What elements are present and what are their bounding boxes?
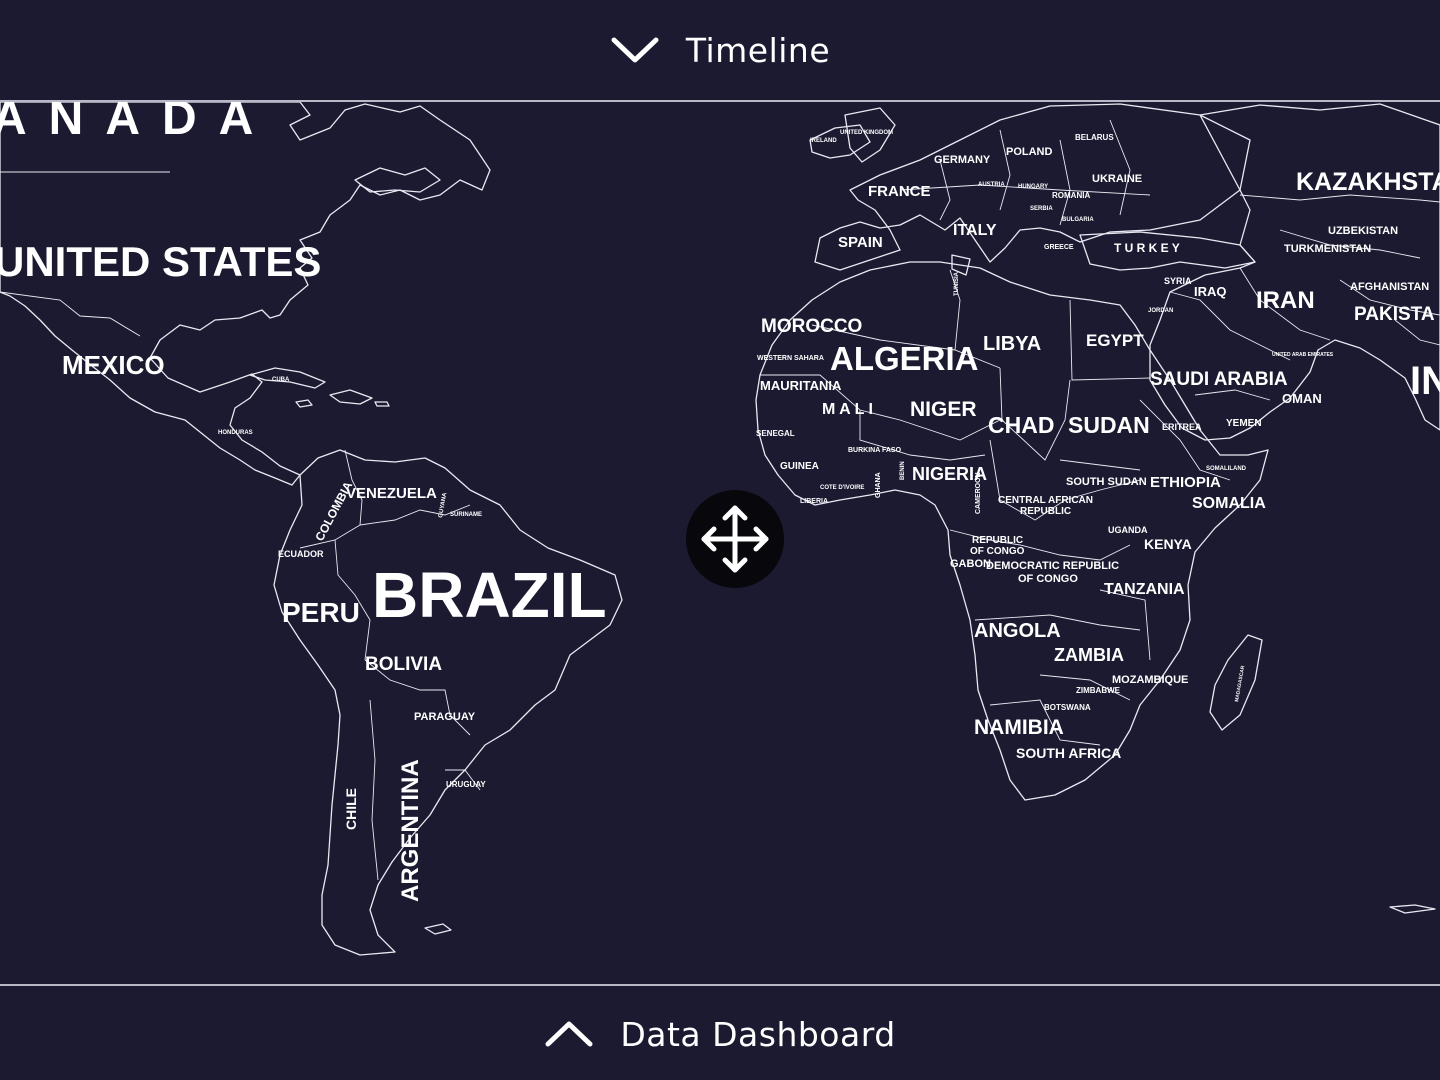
label-hungary: HUNGARY (1018, 184, 1048, 190)
label-ukraine: UKRAINE (1092, 173, 1142, 185)
label-suriname: SURINAME (450, 512, 482, 518)
label-morocco: MOROCCO (761, 316, 862, 337)
label-uruguay: URUGUAY (446, 780, 486, 789)
label-botswana: BOTSWANA (1044, 703, 1091, 712)
label-canada: ANADA (0, 102, 275, 145)
label-western-sahara: WESTERN SAHARA (757, 355, 824, 362)
label-venezuela: VENEZUELA (346, 485, 437, 502)
label-uzbekistan: UZBEKISTAN (1328, 225, 1398, 237)
label-egypt: EGYPT (1086, 331, 1144, 350)
label-chad: CHAD (988, 412, 1054, 438)
label-zimbabwe: ZIMBABWE (1076, 686, 1121, 695)
label-mauritania: MAURITANIA (760, 378, 842, 393)
label-madagascar: MADAGASCAR (1234, 665, 1246, 703)
label-somaliland: SOMALILAND (1206, 466, 1247, 472)
timeline-label: Timeline (685, 30, 831, 70)
label-argentina: ARGENTINA (397, 759, 424, 902)
label-uae: UNITED ARAB EMIRATES (1272, 352, 1334, 358)
label-austria: AUSTRIA (978, 182, 1005, 188)
label-chile: CHILE (343, 788, 359, 830)
label-bulgaria: BULGARIA (1062, 217, 1094, 223)
label-drc-line1: DEMOCRATIC REPUBLIC (986, 560, 1119, 572)
label-drc-line2: OF CONGO (1018, 573, 1078, 585)
pan-move-button[interactable] (686, 490, 784, 588)
north-america-landmass (0, 102, 491, 486)
label-peru: PERU (282, 597, 360, 628)
label-syria: SYRIA (1164, 276, 1192, 286)
label-ethiopia: ETHIOPIA (1150, 474, 1221, 491)
label-bolivia: BOLIVIA (365, 654, 442, 675)
label-uganda: UGANDA (1108, 525, 1148, 535)
move-arrows-icon (701, 505, 769, 573)
label-kenya: KENYA (1144, 536, 1192, 552)
label-spain: SPAIN (838, 234, 883, 251)
label-afghanistan: AFGHANISTAN (1350, 281, 1429, 293)
label-mali: M A L I (822, 401, 873, 418)
label-angola: ANGOLA (974, 620, 1061, 642)
label-kazakhstan: KAZAKHSTA (1296, 168, 1440, 196)
label-cote-divoire: COTE D'IVOIRE (820, 485, 864, 491)
label-gabon: GABON (950, 558, 991, 570)
label-india: IN (1410, 359, 1440, 403)
label-tanzania: TANZANIA (1104, 581, 1185, 598)
label-ghana: GHANA (875, 472, 882, 498)
data-dashboard-toggle[interactable]: Data Dashboard (0, 984, 1440, 1080)
label-ecuador: ECUADOR (278, 549, 324, 559)
label-mexico: MEXICO (62, 350, 165, 380)
label-united-kingdom: UNITED KINGDOM (840, 130, 893, 136)
label-car-line2: REPUBLIC (1020, 506, 1071, 517)
label-france: FRANCE (868, 183, 931, 200)
label-honduras: HONDURAS (218, 430, 253, 436)
label-brazil: BRAZIL (372, 559, 607, 631)
label-belarus: BELARUS (1075, 133, 1114, 142)
label-roc-line2: OF CONGO (970, 546, 1025, 557)
label-serbia: SERBIA (1030, 206, 1053, 212)
label-romania: ROMANIA (1052, 191, 1090, 200)
label-paraguay: PARAGUAY (414, 711, 476, 723)
label-car-line1: CENTRAL AFRICAN (998, 495, 1093, 506)
label-benin: BENIN (900, 461, 906, 480)
label-turkmenistan: TURKMENISTAN (1284, 243, 1371, 255)
timeline-toggle[interactable]: Timeline (0, 0, 1440, 102)
label-germany: GERMANY (934, 154, 991, 166)
label-niger: NIGER (910, 398, 977, 421)
label-turkey: T U R K E Y (1114, 241, 1180, 255)
label-colombia: COLOMBIA (312, 479, 355, 544)
label-zambia: ZAMBIA (1054, 645, 1124, 665)
label-saudi-arabia: SAUDI ARABIA (1150, 369, 1288, 390)
chevron-down-icon (611, 37, 659, 63)
label-senegal: SENEGAL (756, 429, 795, 438)
label-sudan: SUDAN (1068, 412, 1150, 438)
label-algeria: ALGERIA (830, 340, 979, 377)
label-oman: OMAN (1282, 391, 1322, 406)
label-tunisia: TUNISIA (954, 271, 960, 296)
chevron-up-icon (545, 1021, 593, 1047)
label-burkina-faso: BURKINA FASO (848, 447, 902, 454)
label-italy: ITALY (953, 222, 997, 239)
label-poland: POLAND (1006, 146, 1053, 158)
label-south-sudan: SOUTH SUDAN (1066, 476, 1147, 488)
label-somalia: SOMALIA (1192, 495, 1266, 512)
label-libya: LIBYA (983, 333, 1041, 355)
label-eritrea: ERITREA (1162, 422, 1202, 432)
label-greece: GREECE (1044, 244, 1074, 251)
label-liberia: LIBERIA (800, 498, 828, 505)
label-ireland: IRELAND (810, 138, 837, 144)
data-dashboard-label: Data Dashboard (620, 1014, 896, 1054)
label-united-states: UNITED STATES (0, 238, 321, 285)
label-mozambique: MOZAMBIQUE (1112, 674, 1188, 686)
label-cuba: CUBA (272, 377, 290, 383)
label-jordan: JORDAN (1148, 308, 1173, 314)
label-namibia: NAMIBIA (974, 716, 1064, 739)
label-south-africa: SOUTH AFRICA (1016, 745, 1121, 761)
label-cameroon: CAMEROON (975, 472, 982, 514)
label-yemen: YEMEN (1226, 418, 1262, 429)
label-guinea: GUINEA (780, 461, 819, 472)
label-iraq: IRAQ (1194, 284, 1227, 299)
label-iran: IRAN (1256, 287, 1315, 314)
label-roc-line1: REPUBLIC (972, 535, 1023, 546)
label-pakistan: PAKISTA (1354, 304, 1435, 325)
